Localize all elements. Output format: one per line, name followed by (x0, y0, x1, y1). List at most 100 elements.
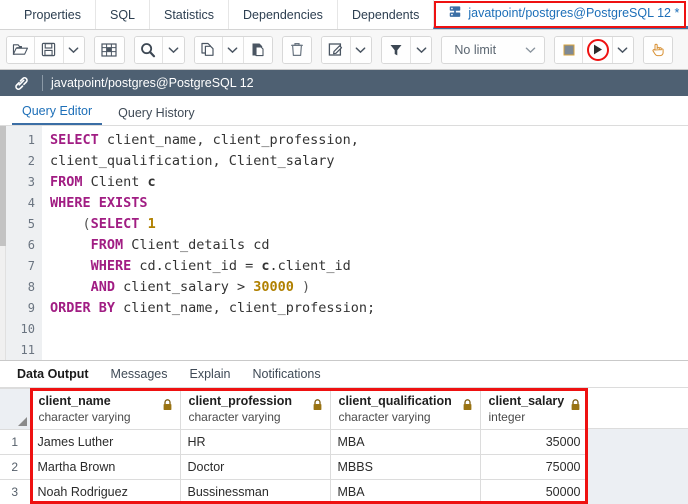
column-header-name: client_qualification (338, 394, 452, 408)
stop-square-icon (562, 43, 576, 57)
line-number: 9 (27, 301, 35, 315)
tab-dependents-label: Dependents (351, 7, 420, 22)
row-number[interactable]: 3 (0, 479, 31, 504)
table-cell[interactable]: MBBS (329, 454, 481, 480)
trash-icon (290, 42, 304, 57)
column-header-type: character varying (188, 410, 281, 424)
toolbar-group-edit (321, 35, 373, 64)
table-cell[interactable]: Noah Rodriguez (29, 479, 181, 504)
tab-sql[interactable]: SQL (94, 0, 149, 29)
sql-token: WHERE EXISTS (50, 195, 148, 211)
table-cell[interactable]: Doctor (179, 454, 331, 480)
tab-dependents[interactable]: Dependents (336, 0, 433, 29)
grid-empty-header-area (588, 388, 688, 429)
funnel-filter-icon (389, 43, 403, 57)
editor-scrollbar[interactable] (0, 126, 6, 360)
sql-token: .client_id (269, 258, 351, 274)
tab-query-history[interactable]: Query History (108, 106, 204, 125)
sql-token: SELECT (90, 216, 140, 232)
sql-line: AND client_salary > 30000 ) (50, 277, 688, 298)
row-limit-value: No limit (454, 42, 497, 57)
tab-dependencies[interactable]: Dependencies (228, 0, 337, 29)
tab-messages[interactable]: Messages (100, 367, 179, 381)
edit-button[interactable] (322, 36, 351, 63)
open-file-button[interactable] (7, 36, 36, 63)
table-cell[interactable]: Bussinessman (179, 479, 331, 504)
pencil-square-icon (328, 42, 344, 57)
paste-button[interactable] (243, 36, 272, 63)
column-header[interactable]: client_name character varying (29, 388, 181, 430)
tab-query-editor[interactable]: Query Editor (12, 104, 103, 125)
sql-token: ) (293, 279, 311, 295)
row-number[interactable]: 1 (0, 429, 31, 455)
column-header[interactable]: client_qualification character varying (329, 388, 481, 430)
row-number[interactable]: 2 (0, 454, 31, 480)
connection-title: javatpoint/postgres@PostgreSQL 12 (51, 76, 254, 90)
table-row[interactable]: 2 Martha Brown Doctor MBBS 75000 (0, 454, 589, 480)
sql-token: c (147, 174, 156, 190)
stop-button[interactable] (555, 36, 583, 63)
table-cell[interactable]: HR (179, 429, 331, 455)
tab-statistics[interactable]: Statistics (149, 0, 228, 29)
find-button[interactable] (134, 36, 163, 63)
table-cell[interactable]: MBA (329, 479, 481, 504)
tab-notifications[interactable]: Notifications (242, 367, 332, 381)
sql-line: FROM Client c (50, 172, 688, 193)
tab-explain[interactable]: Explain (179, 367, 242, 381)
table-cell[interactable]: James Luther (29, 429, 181, 455)
column-header[interactable]: client_salary integer (479, 388, 589, 430)
copy-button[interactable] (194, 36, 223, 63)
table-row[interactable]: 1 James Luther HR MBA 35000 (0, 429, 589, 455)
table-row[interactable]: 3 Noah Rodriguez Bussinessman MBA 50000 (0, 479, 589, 504)
row-limit-select[interactable]: No limit (441, 35, 546, 64)
filter-button[interactable] (382, 36, 411, 63)
tab-query-tool-session[interactable]: javatpoint/postgres@PostgreSQL 12 * (433, 0, 688, 29)
column-header-type: character varying (38, 410, 131, 424)
chevron-down-icon (617, 46, 628, 54)
grid-edit-icon (101, 42, 118, 57)
paste-icon (250, 42, 266, 57)
sql-token: client_salary > (115, 279, 254, 295)
corner-triangle-icon (17, 417, 27, 426)
save-dropdown[interactable] (63, 36, 85, 63)
execute-button[interactable] (582, 36, 613, 63)
table-cell[interactable]: Martha Brown (29, 454, 181, 480)
sql-token: Client (82, 174, 148, 190)
lock-icon (312, 399, 323, 411)
tab-data-output[interactable]: Data Output (6, 367, 100, 381)
filter-dropdown[interactable] (410, 36, 432, 63)
column-header-name: client_salary (488, 394, 565, 408)
column-header[interactable]: client_profession character varying (179, 388, 331, 430)
sql-line: WHERE cd.client_id = c.client_id (50, 256, 688, 277)
sql-line: SELECT client_name, client_profession, (50, 130, 688, 151)
chevron-down-icon (355, 46, 366, 54)
toolbar-group-grid (94, 35, 125, 64)
macros-button[interactable] (643, 36, 673, 63)
delete-button[interactable] (283, 36, 312, 63)
save-file-button[interactable] (35, 36, 64, 63)
edit-grid-button[interactable] (95, 36, 124, 63)
database-server-icon (448, 5, 462, 22)
link-connection-icon (8, 76, 34, 91)
sql-editor[interactable]: 1 2 3 4 5 6 7 8 9 10 11 SELECT client_name, client… (0, 126, 688, 360)
edit-dropdown[interactable] (350, 36, 372, 63)
chevron-down-icon (68, 46, 79, 54)
sql-code-area[interactable]: SELECT client_name, client_profession,cl… (42, 126, 688, 360)
tab-properties[interactable]: Properties (10, 0, 95, 29)
execute-dropdown[interactable] (612, 36, 633, 63)
toolbar-group-find (133, 35, 185, 64)
result-grid-body: 1 James Luther HR MBA 35000 2 Martha Brown Doct… (0, 429, 589, 504)
table-cell[interactable]: 35000 (479, 429, 589, 455)
copy-dropdown[interactable] (222, 36, 244, 63)
editor-scrollbar-thumb[interactable] (0, 126, 6, 246)
table-cell[interactable]: 75000 (479, 454, 589, 480)
table-cell[interactable]: 50000 (479, 479, 589, 504)
find-dropdown[interactable] (162, 36, 184, 63)
tab-properties-label: Properties (24, 7, 81, 22)
table-cell[interactable]: MBA (329, 429, 481, 455)
grid-select-all-corner[interactable] (0, 388, 31, 430)
sql-line: ORDER BY client_name, client_profession; (50, 298, 688, 319)
